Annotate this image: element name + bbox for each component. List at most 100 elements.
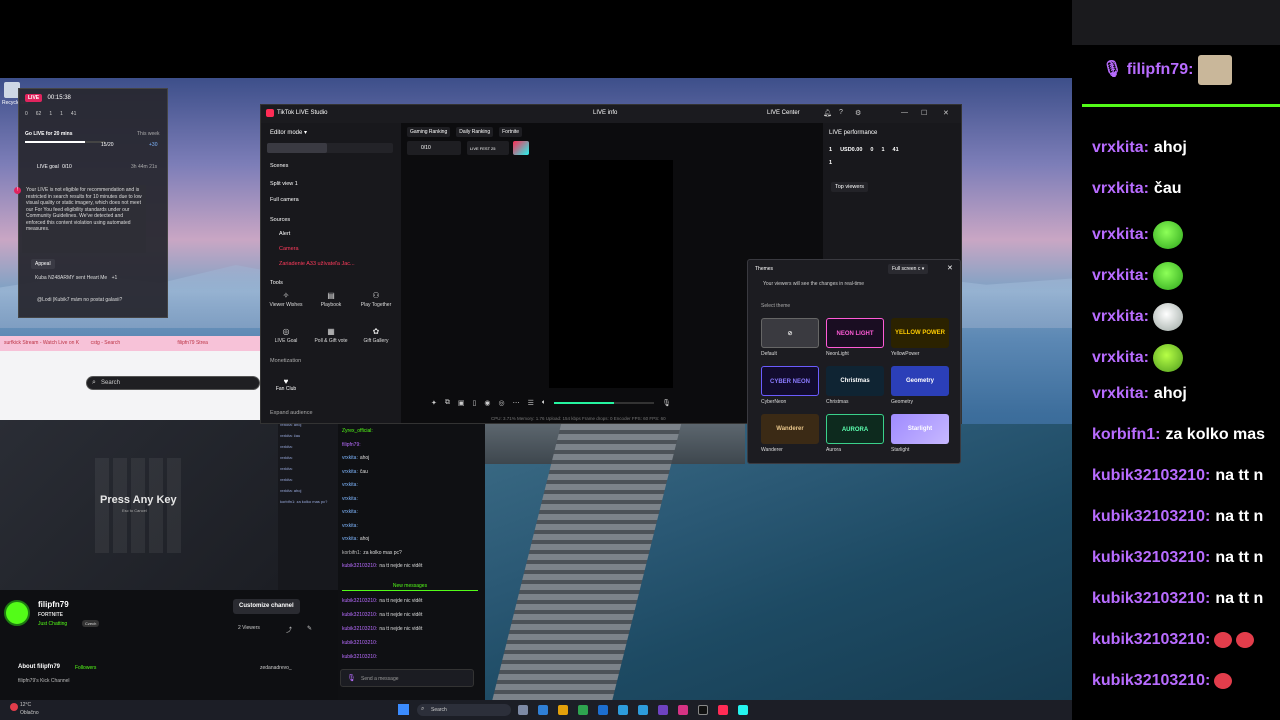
chat-user[interactable]: vrxkita:	[1092, 349, 1149, 366]
new-messages-divider[interactable]: New messages	[342, 583, 478, 591]
source-item[interactable]: Camera	[279, 246, 299, 252]
tool-gift-gallery[interactable]: ✿ Gift Gallery	[355, 327, 397, 344]
mail-icon[interactable]	[638, 705, 648, 715]
source-item[interactable]: Zariadenie A33 užívateľa Jac...	[279, 261, 355, 267]
chat-user[interactable]: vrxkita:	[1092, 139, 1149, 156]
theme-card-christmas[interactable]: Christmas	[826, 366, 884, 396]
close-icon[interactable]: ✕	[943, 109, 949, 117]
chat-user[interactable]: vrxkita:	[342, 509, 358, 515]
live-fest-widget[interactable]: LIVE FEST 25	[467, 141, 509, 155]
chat-user[interactable]: vrxkita:	[1092, 226, 1149, 243]
speaker-volume-slider[interactable]	[554, 402, 655, 404]
phone-icon[interactable]: ▯	[473, 399, 477, 407]
chat-user[interactable]: kubik32103210:	[1092, 672, 1210, 689]
taskbar-search-input[interactable]: ⌕ Search	[417, 704, 511, 716]
browser-tab[interactable]: cstg - Search	[87, 336, 174, 351]
browser-tab[interactable]: surfkick Stream - Watch Live on K	[0, 336, 87, 351]
chat-user[interactable]: kubik32103210:	[342, 563, 377, 569]
chat-user[interactable]: vrxkita:	[342, 536, 358, 542]
maximize-icon[interactable]: ☐	[921, 109, 927, 117]
weather-temp[interactable]: 12°C	[20, 702, 31, 708]
tool-poll-gift-vote[interactable]: ▦ Poll & Gift vote	[310, 327, 352, 344]
mic-icon[interactable]: 🎙︎	[347, 674, 356, 682]
more-icon[interactable]: ⋯	[513, 399, 520, 407]
theme-card-yellowpower[interactable]: YELLOW POWER	[891, 318, 949, 348]
edit-icon[interactable]: ✎	[307, 625, 312, 632]
browser-search-input[interactable]: ⌕ Search	[86, 376, 260, 390]
mixer-icon[interactable]: ☰	[528, 399, 534, 407]
chrome-icon[interactable]	[578, 705, 588, 715]
event-badge-icon[interactable]	[513, 141, 529, 155]
source-item[interactable]: Alert	[279, 231, 290, 237]
chat-user[interactable]: korbifn1:	[342, 550, 361, 556]
tab-fortnite[interactable]: Fortnite	[499, 127, 523, 137]
mic-icon[interactable]: 🎙︎	[662, 399, 671, 407]
theme-card-neonlight[interactable]: NEON LIGHT	[826, 318, 884, 348]
camera-icon[interactable]: ◎	[498, 399, 504, 407]
app-icon[interactable]	[658, 705, 668, 715]
start-icon[interactable]	[398, 704, 409, 715]
chat-user[interactable]: vrxkita:	[342, 482, 358, 488]
scene-item[interactable]: Full camera	[270, 197, 299, 203]
top-viewers-button[interactable]: Top viewers	[831, 182, 869, 192]
editor-mode-dropdown[interactable]: Editor mode ▾	[270, 129, 307, 136]
record-icon[interactable]: ◉	[484, 399, 490, 407]
chat-user[interactable]: kubik32103210:	[342, 598, 377, 604]
chat-user[interactable]: vrxkita:	[1092, 308, 1149, 325]
browser-tab[interactable]: filipfn79 Strea	[173, 336, 260, 351]
tool-live-goal[interactable]: ◎ LIVE Goal	[265, 327, 307, 344]
close-icon[interactable]: ✕	[947, 264, 953, 272]
app-icon[interactable]	[738, 705, 748, 715]
magic-icon[interactable]: ✦	[431, 399, 437, 407]
speaker-icon[interactable]: 🔈︎	[542, 399, 546, 407]
tab-gaming-ranking[interactable]: Gaming Ranking	[407, 127, 451, 137]
chat-user[interactable]: vrxkita:	[342, 523, 358, 529]
theme-card-starlight[interactable]: Starlight	[891, 414, 949, 444]
help-icon[interactable]: ?	[839, 109, 843, 116]
tool-fan-club[interactable]: ♥ Fan Club	[265, 377, 307, 392]
task-view-icon[interactable]	[518, 705, 528, 715]
copy-icon[interactable]: ⧉	[445, 399, 450, 407]
chat-user[interactable]: kubik32103210:	[342, 654, 377, 660]
live-center-button[interactable]: LIVE Center	[767, 110, 800, 116]
tool-play-together[interactable]: ⚇ Play Together	[355, 291, 397, 308]
tool-viewer-wishes[interactable]: ✧ Viewer Wishes	[265, 291, 307, 308]
chat-user[interactable]: kubik32103210:	[1092, 549, 1210, 566]
image-icon[interactable]: ▣	[458, 399, 465, 407]
tiktok-live-studio-icon[interactable]	[718, 705, 728, 715]
weather-desc[interactable]: Oblačno	[20, 710, 39, 716]
channel-tag[interactable]: Czech	[82, 620, 100, 627]
app-icon[interactable]	[678, 705, 688, 715]
portrait-option[interactable]	[267, 143, 327, 153]
store-icon[interactable]	[618, 705, 628, 715]
tab-daily-ranking[interactable]: Daily Ranking	[456, 127, 494, 137]
chat-user[interactable]: Zyrex_official:	[342, 428, 373, 434]
app-icon[interactable]	[598, 705, 608, 715]
file-explorer-icon[interactable]	[558, 705, 568, 715]
edge-icon[interactable]	[538, 705, 548, 715]
tiktok-link[interactable]: zedanadrevo_	[260, 665, 292, 671]
channel-name[interactable]: filipfn79	[38, 600, 69, 609]
bell-icon[interactable]: 🔔︎	[823, 109, 832, 117]
gear-icon[interactable]: ⚙	[855, 109, 861, 117]
chat-user[interactable]: filipfn79:	[342, 442, 361, 448]
send-message-input[interactable]: 🎙︎ Send a message	[340, 669, 474, 687]
theme-card-wanderer[interactable]: Wanderer	[761, 414, 819, 444]
chat-user[interactable]: kubik32103210:	[1092, 508, 1210, 525]
themes-scope-dropdown[interactable]: Full screen c ▾	[888, 264, 929, 274]
chat-user[interactable]: vrxkita:	[342, 496, 358, 502]
appeal-button[interactable]: Appeal	[31, 259, 55, 269]
theme-card-default[interactable]: ⊘	[761, 318, 819, 348]
chat-user[interactable]: kubik32103210:	[342, 640, 377, 646]
chat-user[interactable]: korbifn1:	[1092, 426, 1160, 443]
channel-category[interactable]: Just Chatting	[38, 621, 67, 627]
chat-user[interactable]: vrxkita:	[1092, 180, 1149, 197]
live-info-button[interactable]: LIVE info	[593, 110, 617, 116]
goal-mini-widget[interactable]: 0/10	[407, 141, 461, 155]
stream-video[interactable]: Press Any Key Esc to Cancel	[0, 420, 278, 590]
theme-card-geometry[interactable]: Geometry	[891, 366, 949, 396]
chat-user[interactable]: kubik32103210:	[342, 626, 377, 632]
customize-channel-button[interactable]: Customize channel	[233, 599, 300, 614]
chat-user[interactable]: vrxkita:	[342, 455, 358, 461]
app-icon[interactable]	[698, 705, 708, 715]
